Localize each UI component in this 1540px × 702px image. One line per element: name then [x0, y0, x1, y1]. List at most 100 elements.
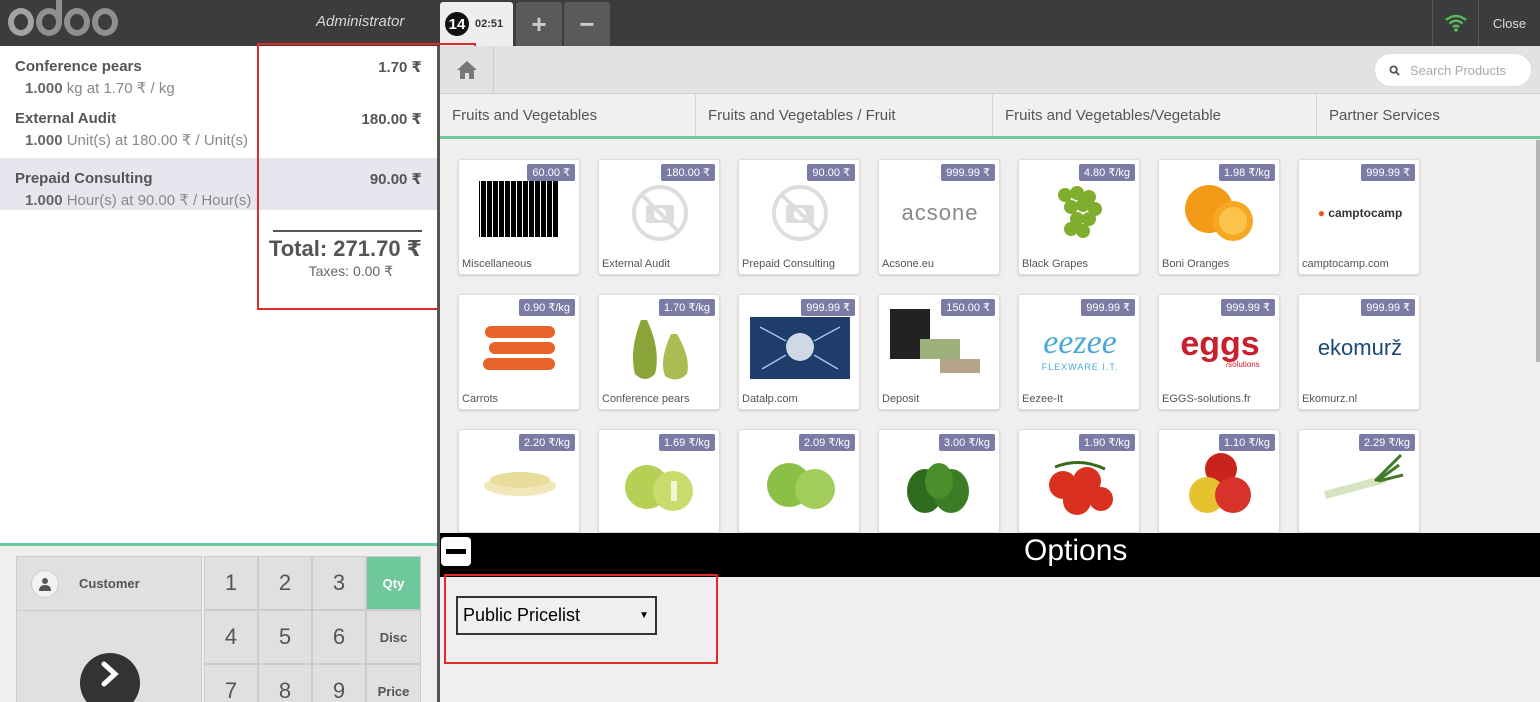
product-price-tag: 3.00 ₹/kg	[938, 434, 995, 451]
product-price-tag: 1.70 ₹/kg	[658, 299, 715, 316]
product-image	[610, 309, 710, 387]
product-name: Deposit	[882, 393, 920, 405]
product-image	[1170, 444, 1270, 522]
product-price-tag: 999.99 ₹	[1361, 299, 1415, 316]
product-card[interactable]: 60.00 ₹ Miscellaneous	[458, 159, 580, 275]
product-image: ekomurž	[1317, 335, 1403, 360]
home-icon[interactable]	[440, 46, 494, 94]
product-card[interactable]: 2.09 ₹/kg	[738, 429, 860, 533]
product-price-tag: 999.99 ₹	[1361, 164, 1415, 181]
category-fruits-vegetables[interactable]: Fruits and Vegetables	[440, 94, 696, 136]
username[interactable]: Administrator	[316, 13, 404, 30]
numpad-key-4[interactable]: 4	[204, 610, 258, 664]
product-card[interactable]: 4.80 ₹/kg Black Grapes	[1018, 159, 1140, 275]
product-card[interactable]: 3.00 ₹/kg	[878, 429, 1000, 533]
order-line-info: 1.000 kg at 1.70 ₹ / kg	[25, 79, 175, 97]
category-fruit[interactable]: Fruits and Vegetables / Fruit	[696, 94, 993, 136]
product-image	[1170, 174, 1270, 252]
product-price-tag: 1.98 ₹/kg	[1218, 164, 1275, 181]
product-price-tag: 0.90 ₹/kg	[518, 299, 575, 316]
numpad-area: Customer 1 2 3 Qty 4 5 6 Disc 7 8 9 Pric…	[0, 543, 437, 702]
collapse-icon[interactable]	[441, 537, 471, 566]
wifi-icon[interactable]	[1432, 0, 1478, 46]
product-card[interactable]: eggs/solutions 999.99 ₹ EGGS-solutions.fr	[1158, 294, 1280, 410]
product-card[interactable]: eezee FLEXWARE I.T. 999.99 ₹ Eezee-It	[1018, 294, 1140, 410]
product-price-tag: 2.20 ₹/kg	[518, 434, 575, 451]
delete-order-button[interactable]: −	[564, 2, 610, 46]
user-icon	[31, 569, 59, 598]
customer-label: Customer	[79, 576, 140, 591]
product-card[interactable]: 1.70 ₹/kg Conference pears	[598, 294, 720, 410]
close-button[interactable]: Close	[1478, 0, 1540, 46]
product-scrollbar[interactable]	[1536, 140, 1540, 362]
numpad-key-9[interactable]: 9	[312, 664, 366, 702]
product-card[interactable]: 180.00 ₹ External Audit	[598, 159, 720, 275]
numpad-key-7[interactable]: 7	[204, 664, 258, 702]
logo-text: ● camptocamp	[1317, 206, 1403, 220]
options-title: Options	[1024, 534, 1128, 567]
search-input[interactable]: Search Products	[1374, 53, 1532, 87]
product-image	[750, 309, 850, 387]
product-price-tag: 2.09 ₹/kg	[798, 434, 855, 451]
product-card[interactable]: 150.00 ₹ Deposit	[878, 294, 1000, 410]
product-card[interactable]: 2.29 ₹/kg	[1298, 429, 1420, 533]
product-card[interactable]: 1.98 ₹/kg Boni Oranges	[1158, 159, 1280, 275]
product-card[interactable]: acsone 999.99 ₹ Acsone.eu	[878, 159, 1000, 275]
product-card[interactable]: 1.10 ₹/kg	[1158, 429, 1280, 533]
top-bar: Administrator 14 02:51 + − Close	[0, 0, 1540, 46]
product-price-tag: 150.00 ₹	[941, 299, 995, 316]
product-image	[470, 444, 570, 522]
order-line-name: Conference pears	[15, 58, 142, 75]
odoo-logo	[8, 0, 118, 38]
product-card[interactable]: 2.20 ₹/kg	[458, 429, 580, 533]
numpad-key-8[interactable]: 8	[258, 664, 312, 702]
product-card[interactable]: 999.99 ₹ Datalp.com	[738, 294, 860, 410]
order-line-qty: 1.000	[25, 80, 63, 97]
options-bar	[440, 533, 1540, 577]
product-image	[890, 444, 990, 522]
product-name: Miscellaneous	[462, 258, 532, 270]
new-order-button[interactable]: +	[516, 2, 562, 46]
customer-button[interactable]: Customer	[16, 556, 202, 611]
product-card[interactable]: ● camptocamp 999.99 ₹ camptocamp.com	[1298, 159, 1420, 275]
mode-price-button[interactable]: Price	[366, 664, 421, 702]
product-name: Ekomurz.nl	[1302, 393, 1358, 405]
order-line-name: External Audit	[15, 110, 117, 127]
order-line-info: 1.000 Hour(s) at 90.00 ₹ / Hour(s)	[25, 191, 251, 209]
product-card[interactable]: 1.69 ₹/kg	[598, 429, 720, 533]
order-number: 14	[445, 12, 469, 36]
mode-qty-button[interactable]: Qty	[366, 556, 421, 610]
product-card[interactable]: ekomurž 999.99 ₹ Ekomurz.nl	[1298, 294, 1420, 410]
numpad-key-1[interactable]: 1	[204, 556, 258, 610]
order-line-info: 1.000 Unit(s) at 180.00 ₹ / Unit(s)	[25, 131, 248, 149]
product-price-tag: 999.99 ₹	[941, 164, 995, 181]
category-partner-services[interactable]: Partner Services	[1317, 94, 1540, 136]
category-vegetable[interactable]: Fruits and Vegetables/Vegetable	[993, 94, 1317, 136]
product-card[interactable]: 1.90 ₹/kg	[1018, 429, 1140, 533]
order-line-detail: Unit(s) at 180.00 ₹ / Unit(s)	[66, 132, 248, 149]
product-price-tag: 999.99 ₹	[1221, 299, 1275, 316]
payment-button[interactable]	[16, 611, 202, 702]
order-tab[interactable]: 14 02:51	[440, 2, 513, 46]
product-name: Carrots	[462, 393, 499, 405]
product-card[interactable]: 90.00 ₹ Prepaid Consulting	[738, 159, 860, 275]
product-name: camptocamp.com	[1302, 258, 1389, 270]
product-image	[610, 444, 710, 522]
product-price-tag: 2.29 ₹/kg	[1358, 434, 1415, 451]
mode-disc-button[interactable]: Disc	[366, 610, 421, 664]
numpad-key-6[interactable]: 6	[312, 610, 366, 664]
product-price-tag: 1.69 ₹/kg	[658, 434, 715, 451]
numpad-key-2[interactable]: 2	[258, 556, 312, 610]
order-line-qty: 1.000	[25, 192, 63, 209]
numpad-key-5[interactable]: 5	[258, 610, 312, 664]
order-line-detail: Hour(s) at 90.00 ₹ / Hour(s)	[66, 192, 252, 209]
product-image: acsone	[890, 174, 990, 252]
product-price-tag: 90.00 ₹	[807, 164, 855, 181]
numpad-key-3[interactable]: 3	[312, 556, 366, 610]
products-header: Search Products	[440, 46, 1540, 94]
product-name: EGGS-solutions.fr	[1162, 393, 1251, 405]
product-card[interactable]: 0.90 ₹/kg Carrots	[458, 294, 580, 410]
order-line-qty: 1.000	[25, 132, 63, 149]
product-name: Datalp.com	[742, 393, 798, 405]
product-name: Boni Oranges	[1162, 258, 1230, 270]
